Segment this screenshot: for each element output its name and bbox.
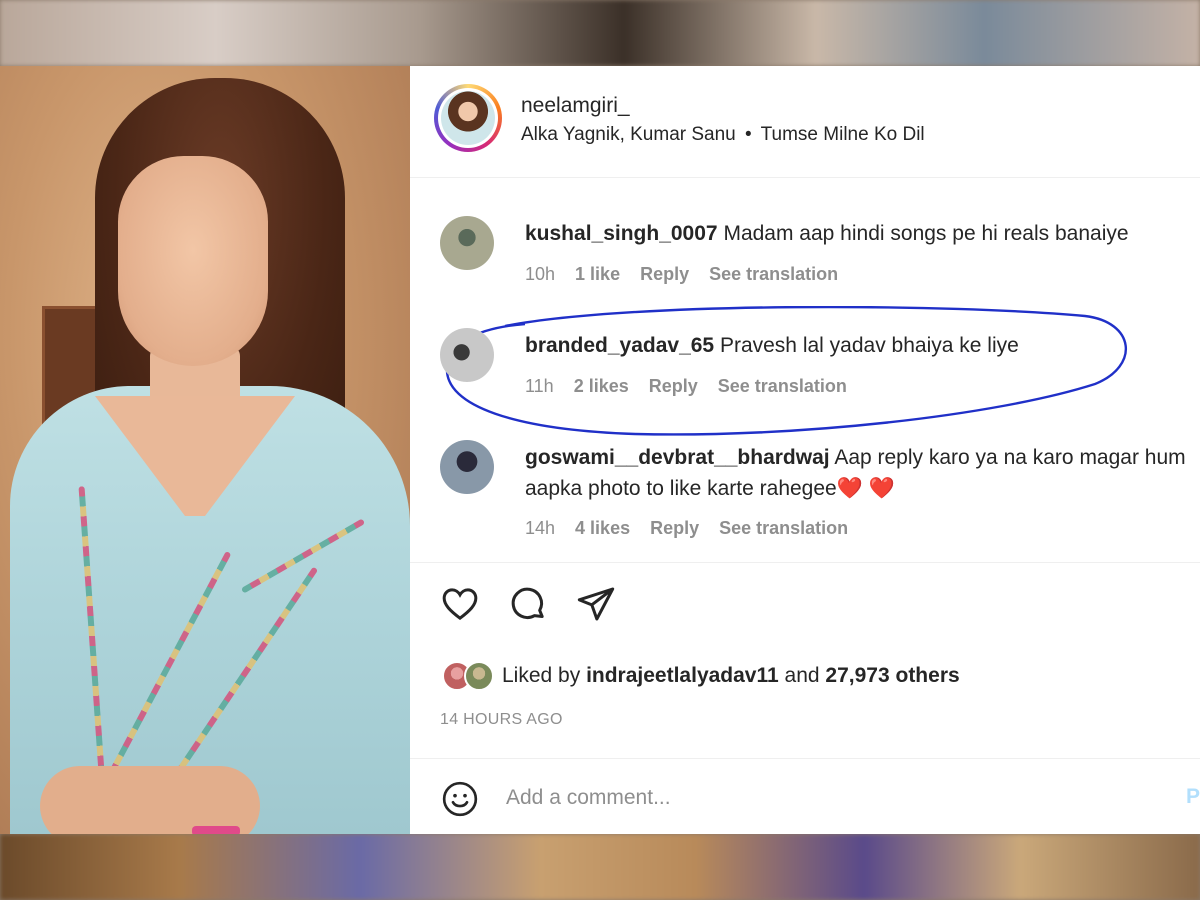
see-translation-button[interactable]: See translation bbox=[718, 376, 847, 397]
audio-info[interactable]: Alka Yagnik, Kumar Sanu • Tumse Milne Ko… bbox=[521, 124, 925, 146]
comment-likes[interactable]: 4 likes bbox=[575, 518, 630, 539]
video-subject-bangle bbox=[192, 826, 240, 834]
audio-artists: Alka Yagnik, Kumar Sanu bbox=[521, 124, 736, 145]
comment-time: 11h bbox=[525, 376, 554, 396]
share-button[interactable] bbox=[574, 582, 618, 626]
post-timestamp[interactable]: 14 HOURS AGO bbox=[440, 711, 563, 729]
emoji-picker-button[interactable] bbox=[438, 777, 482, 821]
comment-likes[interactable]: 2 likes bbox=[574, 376, 629, 397]
heart-icon bbox=[442, 588, 478, 621]
add-comment-input[interactable] bbox=[506, 781, 1146, 815]
comment-text: Pravesh lal yadav bhaiya ke liye bbox=[719, 334, 1019, 357]
heart-emoji: ❤️ ❤️ bbox=[836, 477, 895, 500]
comment-time: 10h bbox=[525, 264, 556, 284]
post-comment-button[interactable]: P bbox=[1186, 785, 1200, 809]
likes-others-count[interactable]: 27,973 others bbox=[825, 664, 959, 687]
audio-song: Tumse Milne Ko Dil bbox=[760, 124, 925, 145]
see-translation-button[interactable]: See translation bbox=[719, 518, 848, 539]
comment-username[interactable]: kushal_singh_0007 bbox=[525, 222, 718, 245]
comment-avatar[interactable] bbox=[440, 440, 494, 494]
profile-avatar-story-ring[interactable] bbox=[434, 84, 502, 152]
see-translation-button[interactable]: See translation bbox=[709, 264, 838, 285]
liked-by-label: Liked by bbox=[502, 664, 581, 687]
reply-button[interactable]: Reply bbox=[640, 264, 689, 285]
likes-summary: Liked by indrajeetlalyadav11 and 27,973 … bbox=[442, 658, 960, 694]
avatar bbox=[441, 91, 495, 145]
smiley-icon bbox=[442, 781, 478, 817]
paper-plane-icon bbox=[577, 587, 615, 621]
likes-conjunction: and bbox=[784, 664, 820, 687]
background-blur-top bbox=[0, 0, 1200, 66]
comment-username[interactable]: goswami__devbrat__bhardwaj bbox=[525, 446, 830, 469]
liker-username[interactable]: indrajeetlalyadav11 bbox=[586, 664, 779, 687]
comment-button[interactable] bbox=[506, 582, 550, 626]
comment-composer: P bbox=[410, 758, 1200, 834]
video-subject-hands bbox=[40, 766, 260, 834]
post-detail-panel: neelamgiri_ Alka Yagnik, Kumar Sanu • Tu… bbox=[410, 66, 1200, 834]
like-button[interactable] bbox=[438, 582, 482, 626]
post-username[interactable]: neelamgiri_ bbox=[521, 94, 630, 118]
reply-button[interactable]: Reply bbox=[649, 376, 698, 397]
post-video[interactable] bbox=[0, 66, 410, 834]
comment-bubble-icon bbox=[511, 587, 544, 619]
video-subject-face bbox=[118, 156, 268, 366]
reply-button[interactable]: Reply bbox=[650, 518, 699, 539]
post-action-bar bbox=[438, 582, 618, 630]
post-header: neelamgiri_ Alka Yagnik, Kumar Sanu • Tu… bbox=[410, 66, 1200, 178]
comment-avatar[interactable] bbox=[440, 328, 494, 382]
background-blur-bottom bbox=[0, 834, 1200, 900]
divider bbox=[410, 562, 1200, 563]
comment-time: 14h bbox=[525, 518, 556, 538]
comment-likes[interactable]: 1 like bbox=[575, 264, 620, 285]
audio-separator: • bbox=[745, 124, 752, 145]
comment-username[interactable]: branded_yadav_65 bbox=[525, 334, 714, 357]
liker-avatar[interactable] bbox=[464, 661, 494, 691]
comment-avatar[interactable] bbox=[440, 216, 494, 270]
comment-text: Madam aap hindi songs pe hi reals banaiy… bbox=[723, 222, 1129, 245]
